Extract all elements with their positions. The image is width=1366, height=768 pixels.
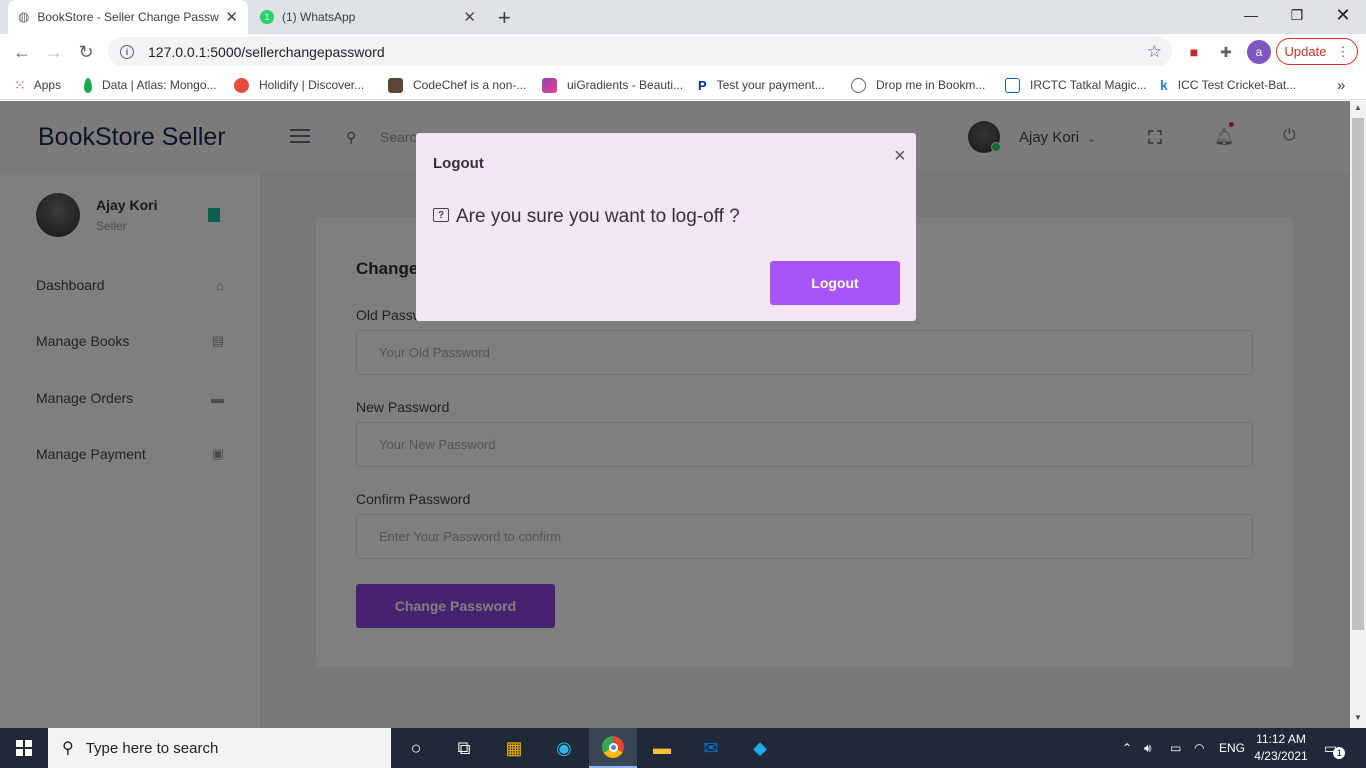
battery-icon[interactable]: ▭ bbox=[1170, 728, 1181, 768]
globe-icon bbox=[851, 77, 866, 93]
notifications-icon[interactable]: ▭ 1 bbox=[1324, 728, 1346, 768]
store-icon[interactable]: ▦ bbox=[490, 728, 538, 768]
bookmark-label: Holidify | Discover... bbox=[259, 78, 365, 92]
bookmark-label: ICC Test Cricket-Bat... bbox=[1177, 78, 1297, 92]
uigradients-icon bbox=[542, 77, 557, 93]
extensions-puzzle-icon[interactable]: ✚ bbox=[1214, 40, 1238, 64]
bookmark-label: Drop me in Bookm... bbox=[876, 78, 986, 92]
bookmark-holidify[interactable]: Holidify | Discover... bbox=[234, 70, 364, 100]
codechef-icon bbox=[388, 77, 403, 93]
bookmark-label: Data | Atlas: Mongo... bbox=[102, 78, 217, 92]
tray-chevron-icon[interactable]: ⌃ bbox=[1122, 728, 1132, 768]
address-bar[interactable]: i 127.0.0.1:5000/sellerchangepassword ☆ bbox=[108, 37, 1172, 66]
close-icon[interactable]: × bbox=[894, 145, 906, 168]
clock-time: 11:12 AM bbox=[1256, 732, 1306, 746]
bookmark-irctc[interactable]: IRCTC Tatkal Magic... bbox=[1005, 70, 1146, 100]
bookmark-icc[interactable]: k ICC Test Cricket-Bat... bbox=[1160, 70, 1296, 100]
bookmark-apps[interactable]: ⁙ Apps bbox=[14, 70, 61, 100]
bookmark-label: uiGradients - Beauti... bbox=[567, 78, 684, 92]
restore-icon[interactable]: ❐ bbox=[1274, 0, 1320, 30]
logout-modal: Logout × ? Are you sure you want to log-… bbox=[416, 133, 916, 321]
bookmark-codechef[interactable]: CodeChef is a non-... bbox=[388, 70, 526, 100]
file-explorer-icon[interactable]: ▬ bbox=[638, 728, 686, 768]
irctc-icon bbox=[1005, 77, 1020, 93]
tab-bookstore[interactable]: ◍ BookStore - Seller Change Passw ✕ bbox=[8, 0, 248, 34]
minimize-icon[interactable]: — bbox=[1228, 0, 1274, 30]
clock[interactable]: 11:12 AM 4/23/2021 bbox=[1250, 731, 1312, 765]
scrollbar-thumb[interactable] bbox=[1352, 118, 1364, 630]
vscode-icon[interactable]: ◆ bbox=[736, 728, 784, 768]
modal-title: Logout bbox=[433, 155, 484, 172]
bookmark-uigradients[interactable]: uiGradients - Beauti... bbox=[542, 70, 683, 100]
tab-whatsapp[interactable]: 1 (1) WhatsApp ✕ bbox=[250, 0, 486, 34]
forward-icon[interactable]: → bbox=[38, 34, 70, 70]
windows-taskbar: ⚲ Type here to search ○ ⧉ ▦ ◉ ▬ ✉ ◆ ⌃ 🔊︎… bbox=[0, 728, 1366, 768]
close-window-icon[interactable]: ✕ bbox=[1320, 0, 1366, 30]
clock-date: 4/23/2021 bbox=[1254, 749, 1308, 763]
taskbar-search-placeholder: Type here to search bbox=[85, 739, 219, 757]
taskbar-search[interactable]: ⚲ Type here to search bbox=[48, 728, 391, 768]
question-comment-icon: ? bbox=[433, 208, 449, 222]
language-indicator[interactable]: ENG bbox=[1219, 728, 1245, 768]
paypal-icon: P bbox=[698, 77, 707, 93]
wifi-icon[interactable]: ◠ bbox=[1194, 728, 1204, 768]
bookmark-label: Apps bbox=[33, 78, 62, 92]
kebab-menu-icon: ⋮ bbox=[1336, 43, 1350, 59]
browser-tab-strip: ◍ BookStore - Seller Change Passw ✕ 1 (1… bbox=[0, 0, 1366, 34]
profile-avatar[interactable]: a bbox=[1247, 40, 1271, 64]
tab-title: (1) WhatsApp bbox=[282, 10, 356, 24]
windows-start-icon[interactable] bbox=[0, 728, 48, 768]
site-info-icon[interactable]: i bbox=[120, 44, 134, 59]
task-view-icon[interactable]: ⧉ bbox=[440, 728, 488, 768]
bookmark-label: Test your payment... bbox=[716, 78, 825, 92]
bookmark-label: CodeChef is a non-... bbox=[413, 78, 527, 92]
apps-grid-icon: ⁙ bbox=[14, 76, 26, 93]
new-tab-button[interactable]: + bbox=[498, 5, 511, 31]
bookmark-label: IRCTC Tatkal Magic... bbox=[1030, 78, 1147, 92]
bookmark-star-icon[interactable]: ☆ bbox=[1147, 42, 1162, 62]
globe-icon: ◍ bbox=[18, 9, 30, 24]
url-text: 127.0.0.1:5000/sellerchangepassword bbox=[148, 43, 385, 60]
update-button[interactable]: Update ⋮ bbox=[1276, 38, 1358, 65]
volume-icon[interactable]: 🔊︎ bbox=[1144, 728, 1152, 768]
extension-train-icon[interactable]: ■ bbox=[1182, 40, 1206, 64]
whatsapp-icon: 1 bbox=[260, 10, 274, 24]
notification-count: 1 bbox=[1333, 747, 1346, 759]
scroll-up-icon[interactable]: ▲ bbox=[1354, 103, 1362, 112]
more-bookmarks-icon[interactable]: » bbox=[1337, 70, 1345, 100]
logout-button[interactable]: Logout bbox=[770, 261, 900, 305]
cortana-icon[interactable]: ○ bbox=[392, 728, 440, 768]
tab-title: BookStore - Seller Change Passw bbox=[37, 10, 219, 24]
holidify-icon bbox=[234, 77, 249, 93]
browser-toolbar: ← → ↻ i 127.0.0.1:5000/sellerchangepassw… bbox=[0, 34, 1366, 70]
bookmark-dropme[interactable]: Drop me in Bookm... bbox=[851, 70, 985, 100]
back-icon[interactable]: ← bbox=[6, 34, 38, 70]
mongodb-leaf-icon bbox=[84, 77, 92, 93]
edge-icon[interactable]: ◉ bbox=[540, 728, 588, 768]
icc-k-icon: k bbox=[1160, 77, 1168, 93]
bookmark-mongodb[interactable]: Data | Atlas: Mongo... bbox=[84, 70, 217, 100]
chrome-icon[interactable] bbox=[589, 728, 637, 768]
mail-icon[interactable]: ✉ bbox=[687, 728, 735, 768]
bookmark-paypal[interactable]: P Test your payment... bbox=[698, 70, 825, 100]
bookmarks-bar: ⁙ Apps Data | Atlas: Mongo... Holidify |… bbox=[0, 70, 1366, 100]
update-label: Update bbox=[1284, 44, 1327, 59]
close-tab-icon[interactable]: ✕ bbox=[463, 8, 476, 26]
close-tab-icon[interactable]: ✕ bbox=[225, 8, 238, 26]
reload-icon[interactable]: ↻ bbox=[70, 34, 102, 70]
search-icon: ⚲ bbox=[62, 740, 74, 757]
modal-message: Are you sure you want to log-off ? bbox=[456, 206, 740, 227]
scroll-down-icon[interactable]: ▼ bbox=[1354, 713, 1362, 722]
